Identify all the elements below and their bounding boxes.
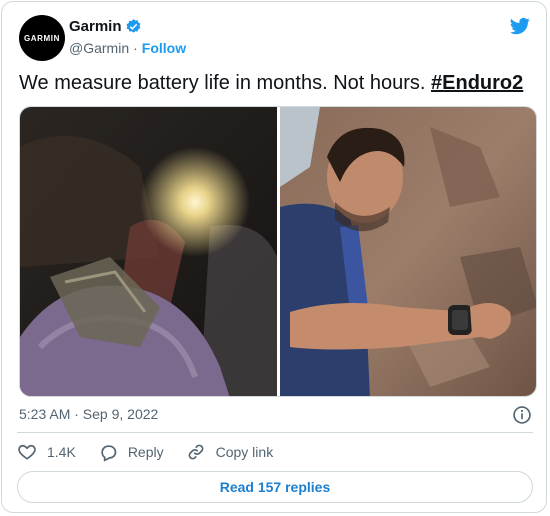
action-bar: 1.4K Reply Copy link [17,442,295,462]
verified-badge-icon [126,19,140,33]
like-count: 1.4K [47,444,76,460]
author-handle-row: @Garmin · Follow [69,40,186,56]
avatar-logo-text: GARMIN [23,33,61,43]
follow-button[interactable]: Follow [142,40,186,56]
link-icon [188,444,203,460]
info-icon[interactable] [512,405,532,425]
author-name[interactable]: Garmin [69,18,122,35]
photo-runner-watch[interactable] [280,107,537,397]
heart-icon [18,444,36,460]
tweet-card: GARMIN Garmin @Garmin · Follow We measure … [1,1,547,513]
copy-link-button[interactable]: Copy link [186,442,274,462]
reply-label: Reply [127,444,164,460]
read-replies-button[interactable]: Read 157 replies [17,471,533,503]
divider [17,432,533,433]
tweet-body: We measure battery life in months. Not h… [19,72,432,94]
tweet-timestamp[interactable]: 5:23 AM · Sep 9, 2022 [19,406,158,422]
author-name-row: Garmin [69,18,142,35]
photo-night-headlamp[interactable] [20,107,277,397]
twitter-bird-icon[interactable] [508,16,532,36]
reply-bubble-icon [101,445,117,462]
reply-button[interactable]: Reply [98,442,164,462]
copy-link-label: Copy link [215,444,274,460]
like-button[interactable]: 1.4K [17,442,76,462]
avatar[interactable]: GARMIN [19,15,65,61]
author-handle[interactable]: @Garmin [69,40,129,56]
media-gallery[interactable] [19,106,537,397]
hashtag-link[interactable]: #Enduro2 [431,72,523,94]
separator-dot: · [133,40,138,56]
tweet-text: We measure battery life in months. Not h… [19,72,523,95]
